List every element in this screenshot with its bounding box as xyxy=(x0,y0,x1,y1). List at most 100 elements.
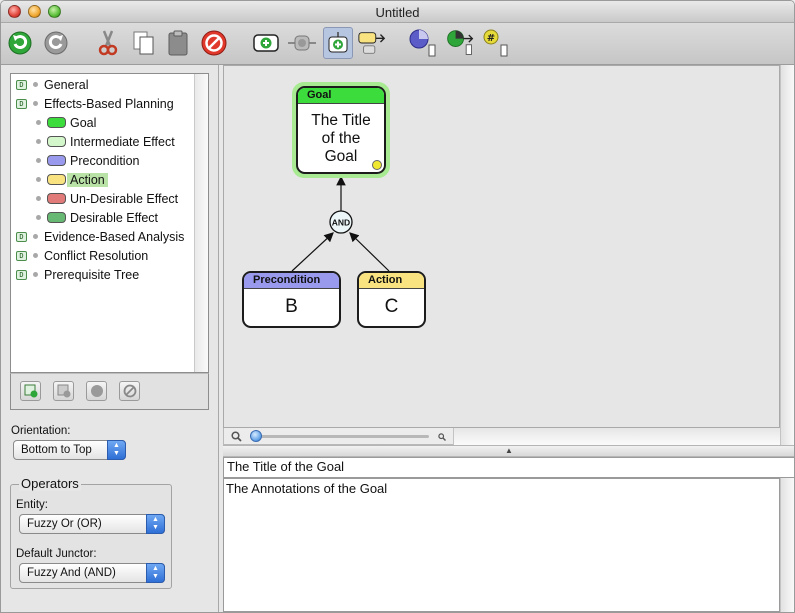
precondition-node[interactable]: Precondition B xyxy=(242,271,341,328)
add-child-icon xyxy=(328,32,348,53)
disclosure-toggle-icon[interactable]: D xyxy=(16,250,27,261)
canvas-vertical-scrollbar[interactable] xyxy=(780,65,794,445)
delete-icon xyxy=(201,30,227,56)
entity-type-tree[interactable]: D General D Effects-Based Planning Goal Inter… xyxy=(10,73,209,373)
default-junctor-select[interactable]: Fuzzy And (AND) ▲ ▼ xyxy=(19,563,165,583)
attribute-button[interactable] xyxy=(407,27,437,59)
bullet-icon xyxy=(33,234,38,239)
chevron-up-down-icon: ▲ ▼ xyxy=(146,514,165,534)
precondition-node-type: Precondition xyxy=(244,273,339,289)
tree-item[interactable]: D Effects-Based Planning xyxy=(16,94,174,113)
remove-icon xyxy=(123,384,136,398)
zoom-slider-track[interactable] xyxy=(254,435,429,438)
tree-item-label: Effects-Based Planning xyxy=(44,96,174,111)
paste-button[interactable] xyxy=(163,27,193,59)
tree-item[interactable]: D Conflict Resolution xyxy=(16,246,148,265)
remove-type-button[interactable] xyxy=(119,381,140,401)
attribute-icon xyxy=(409,29,436,57)
tree-item[interactable]: Desirable Effect xyxy=(36,208,158,227)
redo-button[interactable] xyxy=(5,27,35,59)
bullet-icon xyxy=(33,82,38,87)
zoom-slider-knob[interactable] xyxy=(250,430,262,442)
goal-node[interactable]: Goal The Title of the Goal xyxy=(296,86,386,174)
type-color-swatch xyxy=(47,155,66,166)
chevron-up-down-icon: ▲ ▼ xyxy=(146,563,165,583)
copy-button[interactable] xyxy=(129,27,159,59)
edit-type-button[interactable] xyxy=(53,381,74,401)
undo-button[interactable] xyxy=(41,27,71,59)
add-child-button[interactable] xyxy=(323,27,353,59)
connect-icon xyxy=(447,30,474,55)
tree-item[interactable]: Un-Desirable Effect xyxy=(36,189,178,208)
connect-button[interactable] xyxy=(445,27,475,59)
info-type-button[interactable] xyxy=(86,381,107,401)
edit-type-icon xyxy=(57,384,70,398)
tree-item-label: General xyxy=(44,77,89,92)
edge-action-to-junctor xyxy=(349,232,390,272)
goal-node-type: Goal xyxy=(298,88,384,104)
canvas-horizontal-scrollbar[interactable] xyxy=(453,428,780,445)
action-node[interactable]: Action C xyxy=(357,271,426,328)
orientation-label: Orientation: xyxy=(11,425,71,437)
tree-item-label: Precondition xyxy=(70,153,140,168)
toolbar: # xyxy=(1,23,794,65)
bullet-icon xyxy=(36,158,41,163)
edge-precondition-to-junctor xyxy=(291,232,334,272)
insert-entity-button[interactable] xyxy=(287,27,317,59)
disclosure-toggle-icon[interactable]: D xyxy=(16,269,27,280)
window-title: Untitled xyxy=(375,5,420,20)
undo-icon xyxy=(44,31,68,55)
info-icon xyxy=(90,385,103,397)
tree-item[interactable]: Precondition xyxy=(36,151,140,170)
split-view-divider[interactable]: ▲ xyxy=(223,445,794,457)
delete-button[interactable] xyxy=(199,27,229,59)
add-entity-button[interactable] xyxy=(251,27,281,59)
default-junctor-label: Default Junctor: xyxy=(16,548,97,560)
redo-icon xyxy=(8,31,32,55)
add-sibling-button[interactable] xyxy=(357,27,387,59)
tree-item[interactable]: D Prerequisite Tree xyxy=(16,265,139,284)
zoom-in-icon[interactable] xyxy=(438,433,446,441)
entity-annotation-field[interactable]: The Annotations of the Goal xyxy=(223,478,780,612)
cut-icon xyxy=(98,30,118,56)
left-panel: D General D Effects-Based Planning Goal Inter… xyxy=(1,65,219,612)
entity-operator-select[interactable]: Fuzzy Or (OR) ▲ ▼ xyxy=(19,514,165,534)
tree-item[interactable]: Goal xyxy=(36,113,96,132)
tree-item-label: Conflict Resolution xyxy=(44,248,149,263)
action-node-text: C xyxy=(384,296,399,317)
type-color-swatch xyxy=(47,193,66,204)
tree-item[interactable]: Intermediate Effect xyxy=(36,132,175,151)
tree-toolbar xyxy=(10,373,209,410)
entity-title-field[interactable]: The Title of the Goal xyxy=(223,457,794,478)
add-entity-icon xyxy=(253,34,279,52)
bullet-icon xyxy=(36,120,41,125)
add-type-button[interactable] xyxy=(20,381,41,401)
chevron-up-down-icon: ▲ ▼ xyxy=(107,440,126,460)
zoom-out-icon[interactable] xyxy=(231,431,242,442)
precondition-node-text: B xyxy=(285,296,298,317)
tree-item[interactable]: D General xyxy=(16,75,88,94)
disclosure-toggle-icon[interactable]: D xyxy=(16,231,27,242)
disclosure-toggle-icon[interactable]: D xyxy=(16,79,27,90)
tree-item[interactable]: D Evidence-Based Analysis xyxy=(16,227,184,246)
tree-item[interactable]: Action xyxy=(36,170,108,189)
tree-scrollbar[interactable] xyxy=(194,74,208,372)
operators-title: Operators xyxy=(19,476,81,491)
cut-button[interactable] xyxy=(93,27,123,59)
disclosure-toggle-icon[interactable]: D xyxy=(16,98,27,109)
junctor-label: AND xyxy=(332,218,350,228)
insert-entity-icon xyxy=(288,35,316,51)
tree-item-label: Goal xyxy=(70,115,97,130)
numbering-button[interactable]: # xyxy=(481,27,511,59)
type-color-swatch xyxy=(47,174,66,185)
app-window: Untitled # D General D Effects-Based Pla… xyxy=(0,0,795,613)
svg-text:#: # xyxy=(487,33,495,44)
orientation-select[interactable]: Bottom to Top ▲ ▼ xyxy=(13,440,126,460)
numbering-icon: # xyxy=(483,29,508,57)
copy-icon xyxy=(133,31,154,55)
bullet-icon xyxy=(36,139,41,144)
status-dot-icon xyxy=(372,160,382,170)
annotation-scrollbar[interactable] xyxy=(780,478,794,612)
paste-icon xyxy=(168,30,188,56)
tree-item-label: Action xyxy=(67,172,108,187)
